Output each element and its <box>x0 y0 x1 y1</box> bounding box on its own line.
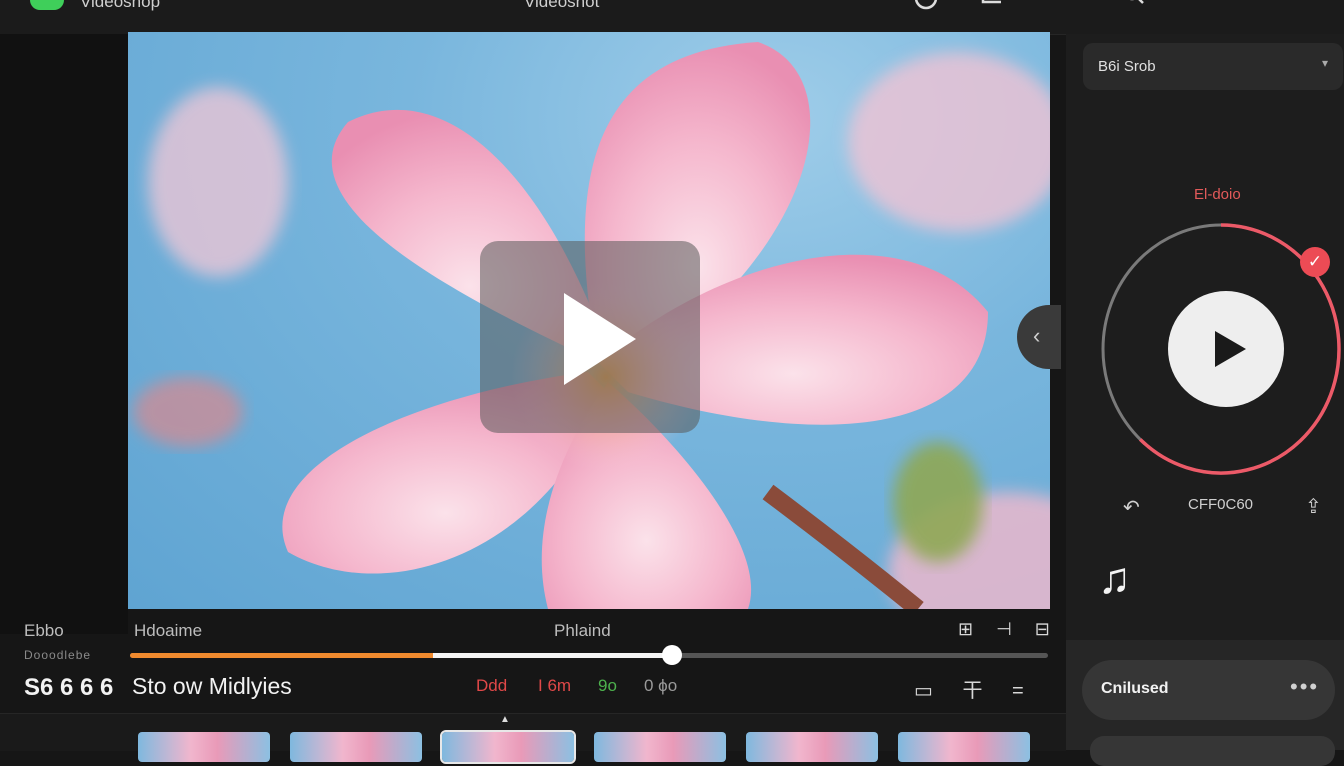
chat-icon[interactable] <box>980 0 1004 12</box>
more-icon[interactable]: ••• <box>1290 674 1319 700</box>
undo-icon[interactable]: ↶ <box>1123 495 1140 520</box>
menu-icon[interactable] <box>1282 0 1306 12</box>
chevron-down-icon: ▾ <box>1322 56 1329 70</box>
grid-icon[interactable] <box>1192 0 1216 12</box>
document-title: Videoshot <box>524 0 600 11</box>
logo-icon[interactable] <box>30 0 64 10</box>
timecode-current: I 6m <box>538 676 572 695</box>
timecode-marker: 9o <box>598 676 617 695</box>
big-play-button[interactable] <box>1168 291 1284 407</box>
check-icon[interactable]: ✓ <box>1300 247 1330 277</box>
filmstrip-frame[interactable] <box>594 732 726 762</box>
timeline-tools[interactable]: ⊞ ⊣ ⊟ <box>958 619 1059 640</box>
play-overlay-button[interactable] <box>480 241 700 433</box>
selected-frame-marker: ▲ <box>500 714 510 725</box>
timeline-sublabel: Dooodlebe <box>24 648 92 662</box>
filmstrip-frame[interactable] <box>440 730 576 764</box>
playback-tools[interactable]: ▭ 干 = <box>914 674 1036 703</box>
track-name: Sto ow Midlyies <box>132 673 292 699</box>
scrubber-buffered <box>432 653 672 658</box>
preset-dropdown-label: B6i Srob <box>1098 58 1156 75</box>
plus-icon[interactable] <box>1058 0 1082 12</box>
chevron-left-icon: ‹ <box>1033 323 1041 348</box>
search-icon[interactable] <box>1122 0 1146 12</box>
controls-readout: CFF0C60 <box>1188 496 1254 513</box>
left-column <box>0 34 128 634</box>
filmstrip-frame[interactable] <box>290 732 422 762</box>
filmstrip-frame[interactable] <box>898 732 1030 762</box>
effect-chip-label: Cnilused <box>1101 680 1169 697</box>
filmstrip-frame[interactable] <box>138 732 270 762</box>
clip-label-secondary: Phlaind <box>554 621 611 640</box>
effect-chip-secondary[interactable] <box>1090 736 1335 766</box>
clip-label: Hdoaime <box>134 621 203 640</box>
scrubber-played <box>130 653 433 658</box>
timer-icon[interactable] <box>914 0 938 12</box>
timecode-end: 0 ϕo <box>644 676 678 695</box>
timeline-label: Ebbo <box>24 621 64 640</box>
share-icon[interactable]: ⇪ <box>1305 494 1322 519</box>
play-icon <box>1215 331 1246 367</box>
play-icon <box>564 293 636 385</box>
mode-label: El-doio <box>1194 186 1241 203</box>
music-note-icon[interactable]: ♫ <box>1098 554 1131 604</box>
timecode-start: Ddd <box>476 676 508 695</box>
timeline-counter: S6 6 6 6 <box>24 674 114 701</box>
app-name: Videoshop <box>80 0 161 11</box>
filmstrip-frame[interactable] <box>746 732 878 762</box>
scrubber-handle[interactable] <box>661 645 682 665</box>
